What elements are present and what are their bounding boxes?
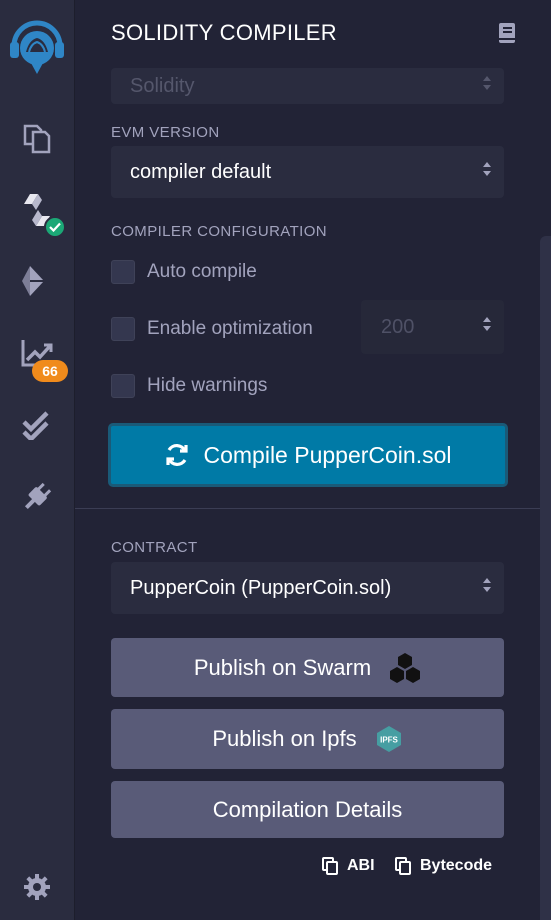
copy-icon xyxy=(322,857,338,875)
evm-version-select[interactable]: compiler default xyxy=(111,146,504,198)
hide-warnings-label: Hide warnings xyxy=(147,375,268,396)
compile-button-label: Compile PupperCoin.sol xyxy=(203,441,452,468)
compile-success-badge xyxy=(44,216,66,238)
ipfs-icon: IPFS xyxy=(375,725,403,753)
optimization-runs-value: 200 xyxy=(381,315,415,338)
swarm-icon xyxy=(389,652,421,684)
compiler-configuration-label: COMPILER CONFIGURATION xyxy=(111,223,328,240)
enable-optimization-label: Enable optimization xyxy=(147,318,313,339)
plugin-manager-icon[interactable] xyxy=(0,480,74,514)
contract-select[interactable]: PupperCoin (PupperCoin.sol) xyxy=(111,562,504,614)
stepper-arrows-icon xyxy=(482,315,492,339)
ipfs-logo-text: IPFS xyxy=(380,736,398,745)
contract-select-value: PupperCoin (PupperCoin.sol) xyxy=(130,576,392,599)
publish-ipfs-button[interactable]: Publish on Ipfs IPFS xyxy=(111,709,504,769)
documentation-icon[interactable] xyxy=(498,22,516,49)
enable-optimization-row: Enable optimization xyxy=(111,317,313,341)
panel-scrollbar[interactable] xyxy=(540,236,551,920)
evm-version-label: EVM VERSION xyxy=(111,124,220,141)
file-explorer-icon[interactable] xyxy=(0,120,74,154)
hide-warnings-checkbox[interactable] xyxy=(111,374,135,398)
icon-rail: 66 xyxy=(0,0,75,920)
publish-swarm-button[interactable]: Publish on Swarm xyxy=(111,638,504,697)
panel-title: SOLIDITY COMPILER xyxy=(111,20,337,45)
deploy-run-icon[interactable] xyxy=(0,264,74,298)
select-arrows-icon xyxy=(482,576,492,600)
refresh-icon xyxy=(166,444,189,466)
optimization-runs-input[interactable]: 200 xyxy=(361,300,504,354)
publish-ipfs-label: Publish on Ipfs xyxy=(212,726,357,751)
publish-swarm-label: Publish on Swarm xyxy=(193,654,372,680)
analysis-count-badge: 66 xyxy=(32,360,68,382)
hide-warnings-row: Hide warnings xyxy=(111,374,267,398)
enable-optimization-checkbox[interactable] xyxy=(111,317,135,341)
auto-compile-row: Auto compile xyxy=(111,260,257,284)
copy-abi-link[interactable]: ABI xyxy=(322,857,375,875)
select-arrows-icon xyxy=(482,160,492,184)
language-select[interactable]: Solidity xyxy=(111,68,504,104)
contract-label: CONTRACT xyxy=(111,539,198,556)
compilation-details-button[interactable]: Compilation Details xyxy=(111,781,504,838)
select-arrows-icon xyxy=(482,74,492,98)
checkmark-icon xyxy=(49,222,61,232)
compilation-details-label: Compilation Details xyxy=(212,796,403,822)
solidity-compiler-panel: SOLIDITY COMPILER Solidity EVM VERSION c… xyxy=(75,0,551,920)
section-divider xyxy=(75,508,540,509)
copy-icon xyxy=(395,857,411,875)
remix-logo-icon[interactable] xyxy=(0,8,74,76)
bytecode-label: Bytecode xyxy=(420,857,493,874)
copy-bytecode-link[interactable]: Bytecode xyxy=(395,857,492,875)
abi-label: ABI xyxy=(347,857,375,874)
language-select-value: Solidity xyxy=(130,74,195,97)
compile-button[interactable]: Compile PupperCoin.sol xyxy=(108,423,508,487)
auto-compile-checkbox[interactable] xyxy=(111,260,135,284)
auto-compile-label: Auto compile xyxy=(147,261,257,282)
testing-icon[interactable] xyxy=(0,410,74,440)
evm-version-value: compiler default xyxy=(130,160,272,183)
settings-icon[interactable] xyxy=(0,872,74,902)
